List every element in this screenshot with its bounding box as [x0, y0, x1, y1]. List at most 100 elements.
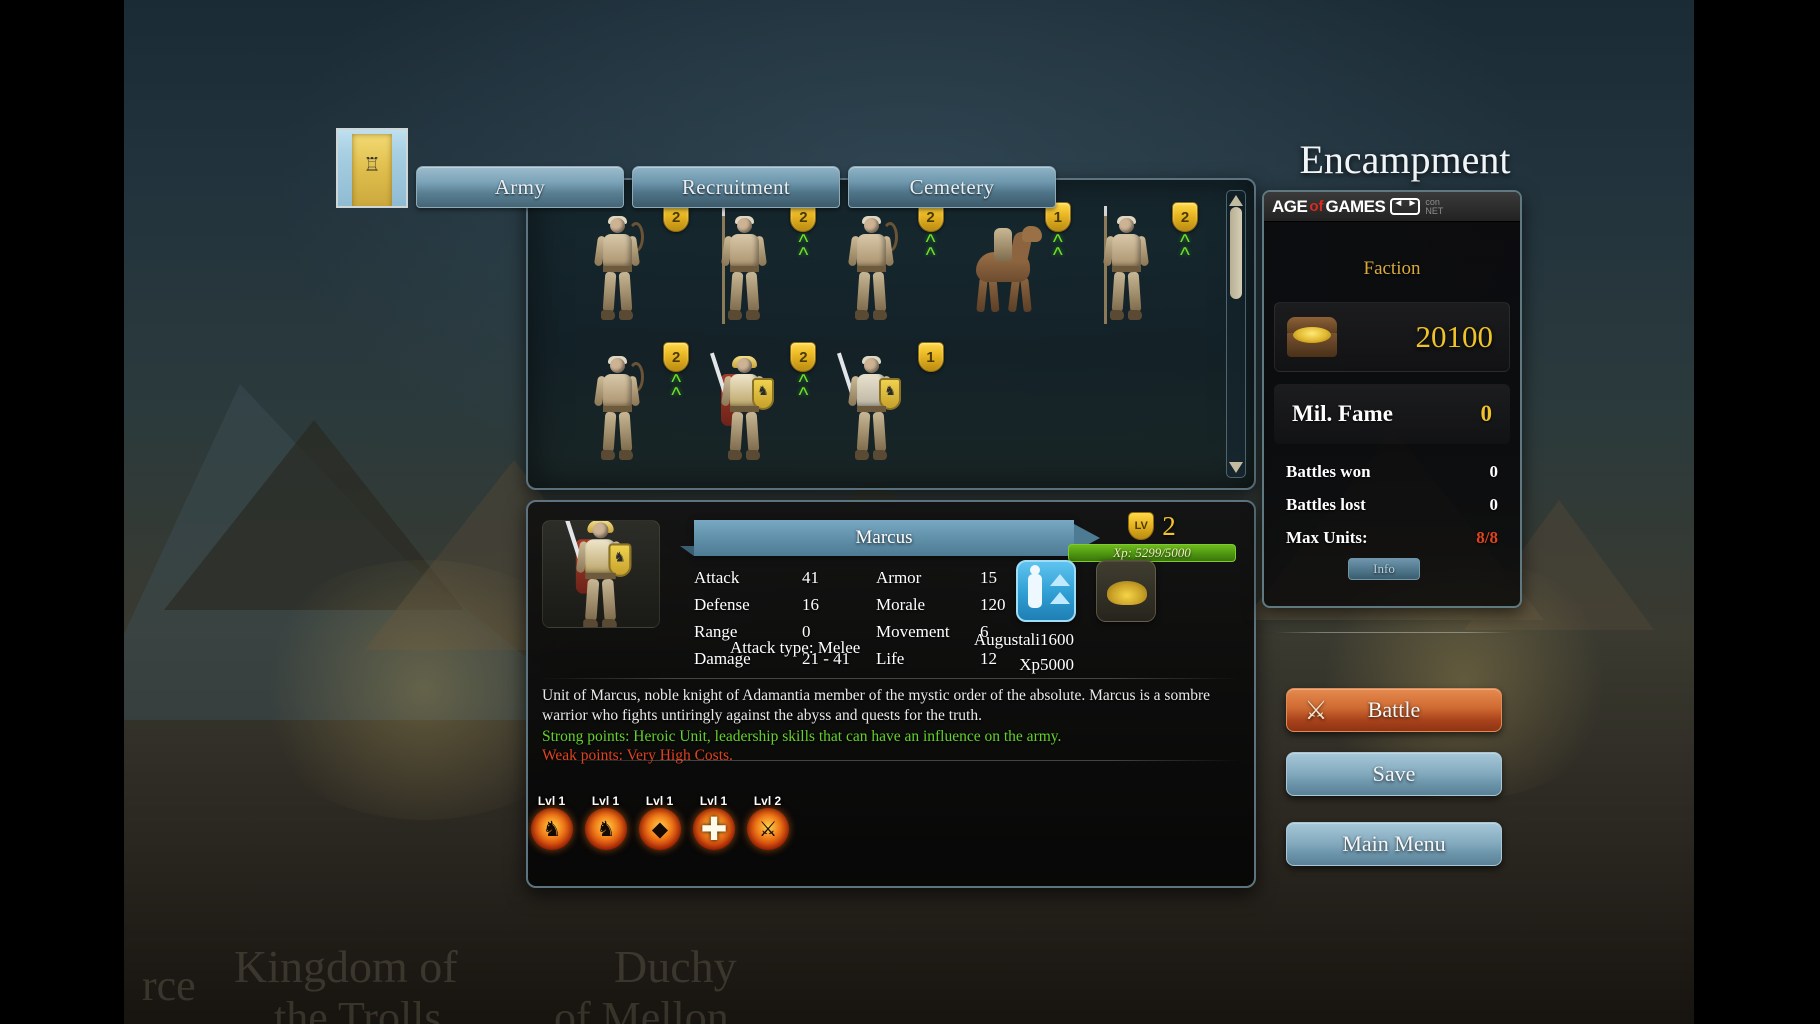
- unit-slot[interactable]: 2: [572, 196, 699, 336]
- unit-grid: 2 2 ^ ^ 2 ^ ^ 1 ^ ^ 2 ^ ^ 2 ^ ^ ♞ 2 ^ ^ …: [572, 196, 1208, 480]
- ability-rearing-horse[interactable]: Lvl 1 ♞: [582, 794, 629, 852]
- unit-slot[interactable]: 1: [826, 336, 953, 476]
- ability-row: Lvl 1 ♞ Lvl 1 ♞ Lvl 1 ◆ Lvl 1 ✚ Lvl 2 ⚔: [528, 794, 791, 852]
- army-scrollbar[interactable]: [1226, 190, 1246, 478]
- ability-beast-head[interactable]: Lvl 1 ◆: [636, 794, 683, 852]
- unit-detail-panel: Marcus LV 2 Xp: 5299/5000 Attack 41 Armo…: [526, 500, 1256, 888]
- aog-logo-icon: [1390, 198, 1421, 215]
- arrow-up-icon: [1050, 574, 1070, 586]
- army-panel: 2 2 ^ ^ 2 ^ ^ 1 ^ ^ 2 ^ ^ 2 ^ ^ ♞ 2 ^ ^ …: [526, 178, 1256, 490]
- faction-banner-icon[interactable]: ♖: [336, 128, 408, 208]
- ability-crossed-arrows[interactable]: Lvl 2 ⚔: [744, 794, 791, 852]
- screenshot-root: rce Kingdom of Duchy the Trolls of Mello…: [0, 0, 1820, 1024]
- upgrade-unit-icon[interactable]: [1016, 560, 1076, 622]
- main-menu-button-label: Main Menu: [1342, 831, 1446, 856]
- soldier-glyph: [1028, 565, 1042, 608]
- tab-recruitment[interactable]: Recruitment: [632, 166, 840, 208]
- battles-lost-label: Battles lost: [1286, 495, 1366, 514]
- unit-level-box: LV 2 Xp: 5299/5000: [1068, 512, 1236, 562]
- fame-value: 0: [1480, 401, 1493, 426]
- unit-sprite-spearman: [707, 206, 781, 326]
- rearing-horse-icon: ♞: [585, 808, 627, 850]
- unit-chevrons: ^ ^: [671, 371, 682, 407]
- ability-level-label: Lvl 1: [537, 794, 566, 808]
- battle-button[interactable]: ⚔ Battle: [1286, 688, 1502, 732]
- battles-won-label: Battles won: [1286, 462, 1371, 481]
- arrow-up-icon[interactable]: [1229, 194, 1243, 206]
- info-button[interactable]: Info: [1348, 558, 1420, 580]
- unit-sprite-spearman: [1089, 206, 1163, 326]
- faction-label: Faction: [1363, 258, 1421, 279]
- ability-level-label: Lvl 1: [591, 794, 620, 808]
- battles-lost-value: 0: [1489, 495, 1499, 514]
- battles-lost-row: Battles lost 0: [1286, 495, 1498, 515]
- unit-rank-badge: 1: [917, 342, 944, 372]
- unit-slot[interactable]: 1 ^ ^: [954, 196, 1081, 336]
- unit-rank-badge: 2: [790, 342, 817, 372]
- arrow-down-icon[interactable]: [1229, 462, 1243, 474]
- cost-value: 1600: [1040, 630, 1074, 649]
- battles-won-value: 0: [1489, 462, 1499, 481]
- faction-info-panel: AGE of GAMES con NET Faction 20100 Mil. …: [1262, 190, 1522, 608]
- ability-horse-charge[interactable]: Lvl 1 ♞: [528, 794, 575, 852]
- map-text: rce: [142, 961, 196, 1010]
- save-button[interactable]: Save: [1286, 752, 1502, 796]
- unit-slot[interactable]: 2 ^ ^: [572, 336, 699, 476]
- brand-text-of: of: [1309, 198, 1324, 215]
- max-units-value: 8/8: [1476, 528, 1498, 547]
- unit-sprite-hero: [707, 348, 781, 466]
- map-text: the Trolls: [274, 993, 442, 1024]
- top-tab-bar: ♖ Army Recruitment Cemetery: [336, 128, 1056, 208]
- arrow-up-icon: [1050, 592, 1070, 604]
- gold-pile-icon[interactable]: [1096, 560, 1156, 622]
- ability-level-label: Lvl 1: [699, 794, 728, 808]
- unit-sprite-cavalry: [962, 208, 1042, 326]
- tent-shape: [164, 420, 464, 610]
- military-fame-row: Mil. Fame 0: [1274, 384, 1510, 444]
- max-units-label: Max Units:: [1286, 528, 1368, 547]
- cost-label: Augustali: [973, 630, 1040, 649]
- fame-label: Mil. Fame: [1292, 401, 1393, 426]
- brand-suffix: con NET: [1425, 197, 1443, 216]
- unit-sprite-archer: [834, 208, 908, 326]
- horse-charge-icon: ♞: [531, 808, 573, 850]
- main-menu-button[interactable]: Main Menu: [1286, 822, 1502, 866]
- tab-army[interactable]: Army: [416, 166, 624, 208]
- unit-portrait: [542, 520, 660, 628]
- unit-slot-selected[interactable]: 2 ^^: [699, 336, 826, 476]
- map-text: Duchy: [614, 941, 737, 992]
- eagle-emblem-icon: ♖: [363, 155, 381, 176]
- brand-text-games: GAMES: [1325, 196, 1386, 216]
- stat-label: Morale: [876, 595, 926, 614]
- heal-cross-icon: ✚: [693, 808, 735, 850]
- beast-head-icon: ◆: [639, 808, 681, 850]
- unit-slot[interactable]: 2 ^ ^: [699, 196, 826, 336]
- ability-heal[interactable]: Lvl 1 ✚: [690, 794, 737, 852]
- tab-cemetery[interactable]: Cemetery: [848, 166, 1056, 208]
- scrollbar-thumb[interactable]: [1230, 207, 1242, 299]
- save-button-label: Save: [1372, 761, 1416, 786]
- unit-rank-badge: 2: [1171, 202, 1198, 232]
- level-shield-icon: LV: [1128, 512, 1155, 540]
- page-title: Encampment: [1299, 137, 1511, 182]
- level-row: LV 2: [1068, 512, 1236, 540]
- strong-points-text: Strong points: Heroic Unit, leadership s…: [542, 727, 1062, 745]
- cost-label: Xp: [1019, 655, 1040, 674]
- unit-slot[interactable]: 2 ^ ^: [1081, 196, 1208, 336]
- xp-progress-bar: Xp: 5299/5000: [1068, 544, 1236, 562]
- battle-button-label: Battle: [1367, 697, 1421, 722]
- unit-chevrons: ^ ^: [1052, 231, 1063, 267]
- treasure-chest-icon: [1285, 315, 1341, 359]
- ability-level-label: Lvl 2: [753, 794, 782, 808]
- max-units-row: Max Units: 8/8: [1286, 528, 1498, 548]
- divider: [1276, 632, 1512, 633]
- gold-amount: 20100: [1415, 319, 1494, 354]
- unit-chevrons: ^ ^: [1180, 231, 1190, 267]
- unit-sprite-archer: [580, 348, 654, 466]
- stat-label: Armor: [876, 568, 922, 587]
- crossed-arrows-icon: ⚔: [747, 808, 789, 850]
- unit-slot[interactable]: 2 ^ ^: [826, 196, 953, 336]
- map-text: of Mellon: [554, 993, 729, 1024]
- battles-won-row: Battles won 0: [1286, 462, 1498, 482]
- unit-chevrons: ^ ^: [925, 231, 936, 267]
